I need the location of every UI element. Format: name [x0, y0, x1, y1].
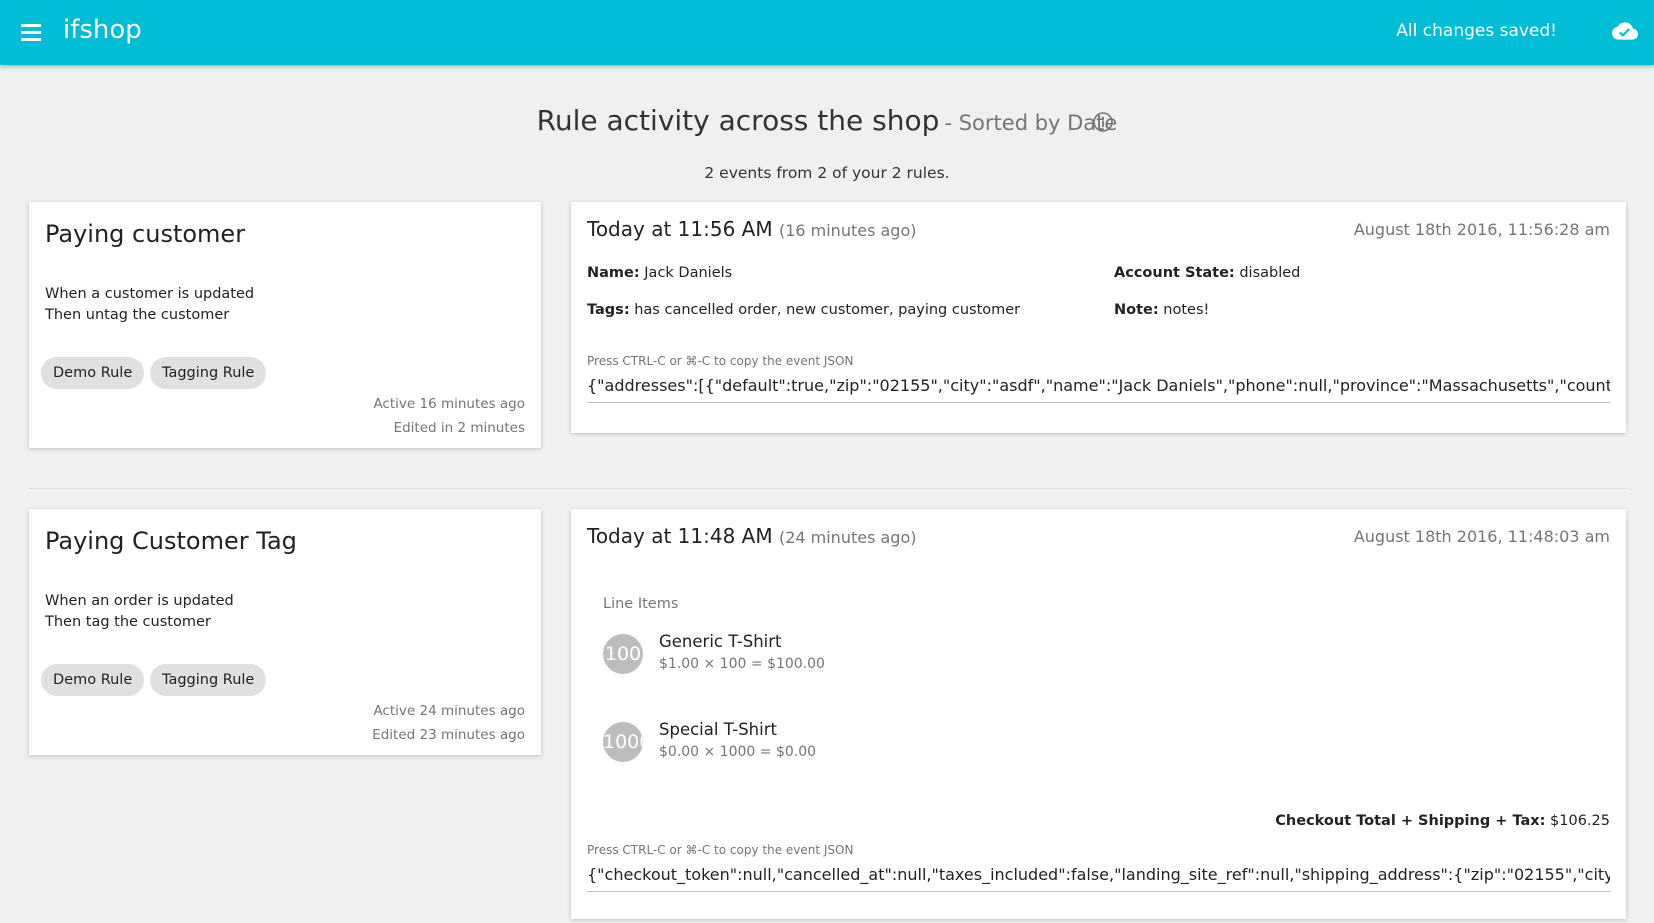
rule-action: Then untag the customer	[45, 307, 230, 323]
rule-trigger: When a customer is updated	[45, 286, 255, 302]
json-copy-hint: Press CTRL-C or ⌘-C to copy the event JS…	[587, 843, 854, 857]
event-time-label: Today at 11:56 AM	[587, 217, 773, 241]
quantity-avatar: 1000	[603, 722, 643, 762]
event-json-field[interactable]: {"checkout_token":null,"cancelled_at":nu…	[587, 863, 1610, 892]
page-heading: Rule activity across the shop - Sorted b…	[0, 104, 1654, 137]
rule-title: Paying customer	[45, 220, 246, 248]
field-account-state: Account State: disabled	[1114, 265, 1300, 281]
rule-edited-time: Edited in 2 minutes	[393, 420, 525, 436]
event-card: Today at 11:48 AM (24 minutes ago) Augus…	[571, 509, 1626, 919]
rule-card[interactable]: Paying Customer Tag When an order is upd…	[29, 509, 541, 755]
event-relative-time: (24 minutes ago)	[778, 528, 917, 547]
chip-demo-rule[interactable]: Demo Rule	[41, 357, 145, 389]
chip-demo-rule[interactable]: Demo Rule	[41, 664, 145, 696]
rule-description: When a customer is updated Then untag th…	[45, 284, 254, 326]
field-account-state-value: disabled	[1239, 265, 1301, 281]
line-item-price: $0.00 × 1000 = $0.00	[659, 744, 817, 760]
field-tags-label: Tags:	[587, 302, 630, 318]
event-time: Today at 11:48 AM (24 minutes ago)	[587, 524, 916, 548]
events-summary: 2 events from 2 of your 2 rules.	[704, 164, 950, 182]
field-tags-value: has cancelled order, new customer, payin…	[634, 302, 1021, 318]
cloud-done-icon[interactable]	[1612, 21, 1638, 43]
checkout-total: Checkout Total + Shipping + Tax: $106.25	[1275, 813, 1610, 829]
chip-tagging-rule[interactable]: Tagging Rule	[150, 357, 267, 389]
field-note: Note: notes!	[1114, 302, 1209, 318]
field-name-label: Name:	[587, 265, 640, 281]
save-status: All changes saved!	[1396, 21, 1557, 41]
rule-active-time: Active 16 minutes ago	[373, 396, 525, 412]
rule-title: Paying Customer Tag	[45, 527, 297, 555]
rule-action: Then tag the customer	[45, 614, 211, 630]
rule-active-time: Active 24 minutes ago	[373, 703, 525, 719]
event-relative-time: (16 minutes ago)	[778, 221, 917, 240]
chip-tagging-rule[interactable]: Tagging Rule	[150, 664, 267, 696]
app-title: ifshop	[63, 15, 142, 45]
rule-trigger: When an order is updated	[45, 593, 234, 609]
field-tags: Tags: has cancelled order, new customer,…	[587, 302, 1020, 318]
event-json-field[interactable]: {"addresses":[{"default":true,"zip":"021…	[587, 374, 1610, 403]
field-name: Name: Jack Daniels	[587, 265, 732, 281]
checkout-total-value: $106.25	[1550, 813, 1610, 829]
field-note-value: notes!	[1163, 302, 1210, 318]
event-time: Today at 11:56 AM (16 minutes ago)	[587, 217, 916, 241]
page-title: Rule activity across the shop	[536, 104, 940, 137]
field-account-state-label: Account State:	[1114, 265, 1235, 281]
rule-card[interactable]: Paying customer When a customer is updat…	[29, 202, 541, 448]
line-item-name: Generic T-Shirt	[659, 632, 782, 651]
info-outline-icon[interactable]	[1092, 111, 1114, 133]
event-date: August 18th 2016, 11:48:03 am	[1353, 527, 1610, 546]
line-item-name: Special T-Shirt	[659, 720, 777, 739]
rule-edited-time: Edited 23 minutes ago	[372, 727, 525, 743]
field-name-value: Jack Daniels	[644, 265, 733, 281]
rule-description: When an order is updated Then tag the cu…	[45, 591, 234, 633]
line-items-header: Line Items	[603, 596, 679, 612]
quantity-avatar: 100	[603, 634, 643, 674]
line-item-price: $1.00 × 100 = $100.00	[659, 656, 825, 672]
app-bar: ifshop All changes saved!	[0, 0, 1654, 65]
event-date: August 18th 2016, 11:56:28 am	[1353, 220, 1610, 239]
event-time-label: Today at 11:48 AM	[587, 524, 773, 548]
json-copy-hint: Press CTRL-C or ⌘-C to copy the event JS…	[587, 354, 854, 368]
menu-icon[interactable]	[21, 24, 41, 42]
event-card: Today at 11:56 AM (16 minutes ago) Augus…	[571, 202, 1626, 433]
section-divider	[29, 488, 1626, 489]
field-note-label: Note:	[1114, 302, 1159, 318]
checkout-total-label: Checkout Total + Shipping + Tax:	[1275, 813, 1546, 829]
